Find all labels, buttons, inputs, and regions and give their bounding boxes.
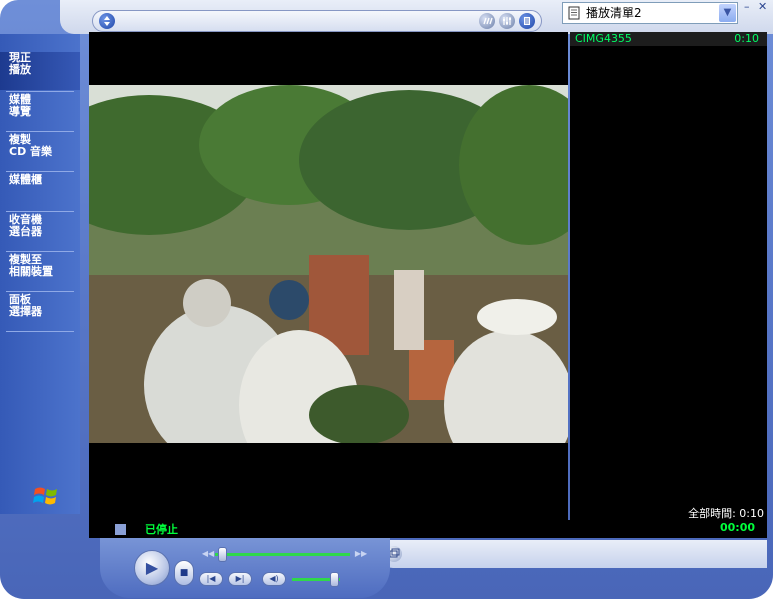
video-toolbar xyxy=(92,10,542,32)
hide-taskbar-button[interactable] xyxy=(99,13,115,29)
nav-separator xyxy=(6,131,74,132)
stop-button[interactable]: ■ xyxy=(174,560,194,586)
playlist-pane xyxy=(570,32,767,520)
status-bar xyxy=(89,520,767,538)
previous-icon: |◀ xyxy=(206,574,216,583)
nav-copy-to-device[interactable]: 複製至 相關裝置 xyxy=(0,254,80,292)
up-down-arrow-icon xyxy=(104,16,110,26)
rewind-icon[interactable]: ◀◀ xyxy=(201,548,215,562)
previous-button[interactable]: |◀ xyxy=(199,572,223,586)
play-icon: ▶ xyxy=(145,558,159,577)
volume-thumb[interactable] xyxy=(329,572,339,587)
playlist-toggle-button[interactable] xyxy=(519,13,535,29)
total-time: 全部時間: 0:10 xyxy=(688,507,764,520)
nav-now-playing[interactable]: 現正 播放 xyxy=(0,52,80,90)
next-icon: ▶| xyxy=(235,574,245,583)
next-button[interactable]: ▶| xyxy=(228,572,252,586)
video-frame xyxy=(89,85,568,443)
playlist-item[interactable]: CIMG4355 0:10 xyxy=(570,32,767,46)
nav-media-library[interactable]: 媒體櫃 xyxy=(0,174,80,212)
status-indicator-icon xyxy=(115,524,126,535)
nav-separator xyxy=(6,251,74,252)
speaker-icon: ◀) xyxy=(269,574,279,583)
playlist-item-duration: 0:10 xyxy=(734,32,759,45)
equalizer-icon xyxy=(503,17,511,25)
equalizer-button[interactable] xyxy=(499,13,515,29)
video-frame-image xyxy=(89,85,568,443)
nav-separator xyxy=(6,211,74,212)
nav-separator xyxy=(6,331,74,332)
playlist-item-title: CIMG4355 xyxy=(575,32,632,45)
nav-radio-tuner[interactable]: 收音機 選台器 xyxy=(0,214,80,252)
stop-icon: ■ xyxy=(179,568,189,578)
windows-logo-icon xyxy=(33,487,57,505)
nav-separator xyxy=(6,171,74,172)
playlist-icon xyxy=(568,6,580,20)
playlist-select[interactable]: 播放清單2 ▼ xyxy=(562,2,738,24)
playlist-select-value: 播放清單2 xyxy=(586,6,642,20)
document-icon xyxy=(524,17,530,25)
nav-copy-from-cd[interactable]: 複製 CD 音樂 xyxy=(0,134,80,172)
close-icon[interactable]: ✕ xyxy=(758,0,767,13)
feature-taskbar: 現正 播放 媒體 導覽 複製 CD 音樂 媒體櫃 收音機 選台器 複製至 相關裝… xyxy=(0,34,80,514)
visualization-icon xyxy=(483,17,493,25)
seek-thumb[interactable] xyxy=(217,547,227,562)
window-controls: – ✕ xyxy=(744,0,772,14)
visualization-button[interactable] xyxy=(479,13,495,29)
play-button[interactable]: ▶ xyxy=(134,550,170,586)
minimize-icon[interactable]: – xyxy=(744,0,750,13)
nav-separator xyxy=(6,291,74,292)
elapsed-time: 00:00 xyxy=(719,521,755,534)
mute-button[interactable]: ◀) xyxy=(262,572,286,586)
status-text: 已停止 xyxy=(145,523,178,536)
nav-skin-chooser[interactable]: 面板 選擇器 xyxy=(0,294,80,332)
lower-panel xyxy=(377,540,767,568)
fast-forward-icon[interactable]: ▶▶ xyxy=(352,548,370,562)
nav-media-guide[interactable]: 媒體 導覽 xyxy=(0,94,80,132)
seek-bar[interactable] xyxy=(215,553,350,556)
nav-separator xyxy=(6,91,74,92)
chevron-down-icon[interactable]: ▼ xyxy=(719,4,736,22)
